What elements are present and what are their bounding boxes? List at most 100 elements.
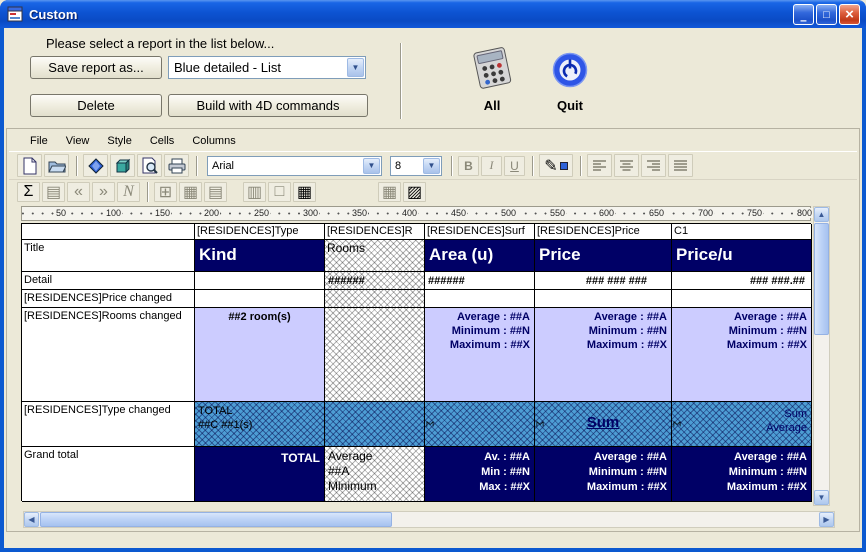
gem-teal-button[interactable] xyxy=(110,154,135,177)
row-label-grand-total[interactable]: Grand total xyxy=(22,447,195,502)
grand-total-rooms-cell[interactable]: Average ##A Minimum xyxy=(325,447,425,502)
save-report-as-button[interactable]: Save report as... xyxy=(30,56,162,79)
dropdown-arrow-icon[interactable]: ▼ xyxy=(347,58,364,77)
report-style-dropdown[interactable]: Blue detailed - List ▼ xyxy=(168,56,366,79)
row-label-title[interactable]: Title xyxy=(22,240,195,272)
grand-total-price-cell[interactable]: Average : ##A Minimum : ##N Maximum : ##… xyxy=(535,447,672,502)
open-button[interactable] xyxy=(44,154,69,177)
scroll-left-icon[interactable]: ◀ xyxy=(24,512,39,527)
price-changed-rooms-cell[interactable] xyxy=(325,290,425,308)
menu-view[interactable]: View xyxy=(57,132,99,151)
menu-columns[interactable]: Columns xyxy=(183,132,244,151)
underline-button[interactable]: U xyxy=(504,156,525,176)
row-label-type-changed[interactable]: [RESIDENCES]Type changed xyxy=(22,402,195,447)
borders-inner-button[interactable]: ▦ xyxy=(179,182,202,202)
minimize-button[interactable]: – xyxy=(793,4,814,25)
price-changed-priceu-cell[interactable] xyxy=(672,290,812,308)
detail-type-cell[interactable] xyxy=(195,272,325,290)
borders-horizontal-button[interactable]: ▤ xyxy=(204,182,227,202)
menu-style[interactable]: Style xyxy=(98,132,140,151)
new-document-button[interactable] xyxy=(17,154,42,177)
rooms-changed-area-cell[interactable]: Average : ##A Minimum : ##N Maximum : ##… xyxy=(425,308,535,402)
detail-price-cell[interactable]: ### ### ### xyxy=(535,272,672,290)
borders-all-button[interactable]: ⊞ xyxy=(154,182,177,202)
borders-outline-button[interactable]: □ xyxy=(268,182,291,202)
grand-total-area-cell[interactable]: Av. : ##A Min : ##N Max : ##X xyxy=(425,447,535,502)
rooms-changed-price-cell[interactable]: Average : ##A Minimum : ##N Maximum : ##… xyxy=(535,308,672,402)
total-line: TOTAL xyxy=(198,404,321,418)
title-price-cell[interactable]: Price xyxy=(535,240,672,272)
gem-blue-button[interactable] xyxy=(83,154,108,177)
italic-button[interactable]: I xyxy=(481,156,502,176)
grand-total-type-cell[interactable]: TOTAL xyxy=(195,447,325,502)
title-kind-cell[interactable]: Kind xyxy=(195,240,325,272)
type-changed-type-cell[interactable]: TOTAL ##C ##1(s) xyxy=(195,402,325,447)
no-style-button[interactable]: N xyxy=(117,182,140,202)
column-header-c1[interactable]: C1 xyxy=(672,224,812,240)
price-changed-area-cell[interactable] xyxy=(425,290,535,308)
vertical-scrollbar[interactable]: ▲ ▼ xyxy=(813,206,830,506)
detail-priceu-cell[interactable]: ### ###.## xyxy=(672,272,812,290)
fill-color-button[interactable]: ▨ xyxy=(403,182,426,202)
column-header-surf[interactable]: [RESIDENCES]Surf xyxy=(425,224,535,240)
horizontal-scrollbar[interactable]: ◀ ▶ xyxy=(23,511,835,528)
quit-button[interactable]: Quit xyxy=(528,46,612,113)
all-button[interactable]: All xyxy=(450,46,534,113)
build-with-4d-commands-button[interactable]: Build with 4D commands xyxy=(168,94,368,117)
scroll-down-icon[interactable]: ▼ xyxy=(814,490,829,505)
menu-file[interactable]: File xyxy=(21,132,57,151)
column-header-type[interactable]: [RESIDENCES]Type xyxy=(195,224,325,240)
row-label-rooms-changed[interactable]: [RESIDENCES]Rooms changed xyxy=(22,308,195,402)
maximize-button[interactable]: □ xyxy=(816,4,837,25)
dropdown-arrow-icon[interactable]: ▼ xyxy=(423,158,440,174)
type-changed-rooms-cell[interactable] xyxy=(325,402,425,447)
detail-area-cell[interactable]: ###### xyxy=(425,272,535,290)
price-changed-type-cell[interactable] xyxy=(195,290,325,308)
close-button[interactable]: × xyxy=(839,4,860,25)
align-right-button[interactable] xyxy=(641,154,666,177)
vertical-scrollbar-thumb[interactable] xyxy=(814,223,829,335)
horizontal-scrollbar-thumb[interactable] xyxy=(40,512,392,527)
shift-left-button[interactable]: « xyxy=(67,182,90,202)
type-changed-price-cell[interactable]: Σ Sum xyxy=(535,402,672,447)
type-changed-priceu-cell[interactable]: Σ Sum Average xyxy=(672,402,812,447)
borders-vertical-button[interactable]: ▥ xyxy=(243,182,266,202)
price-changed-price-cell[interactable] xyxy=(535,290,672,308)
clipboard-button[interactable]: ▤ xyxy=(42,182,65,202)
title-bar[interactable]: Custom – □ × xyxy=(0,0,866,28)
title-rooms-cell[interactable]: Rooms xyxy=(325,240,425,272)
detail-rooms-cell[interactable]: ###### xyxy=(325,272,425,290)
rooms-changed-priceu-cell[interactable]: Average : ##A Minimum : ##N Maximum : ##… xyxy=(672,308,812,402)
align-justify-button[interactable] xyxy=(668,154,693,177)
title-priceu-cell[interactable]: Price/u xyxy=(672,240,812,272)
bold-button[interactable]: B xyxy=(458,156,479,176)
fill-pattern-button[interactable]: ▦ xyxy=(378,182,401,202)
grand-total-priceu-cell[interactable]: Average : ##A Minimum : ##N Maximum : ##… xyxy=(672,447,812,502)
ruler-label: 250 xyxy=(253,208,270,218)
type-changed-area-cell[interactable]: Σ xyxy=(425,402,535,447)
rooms-changed-rooms-cell[interactable] xyxy=(325,308,425,402)
row-label-price-changed[interactable]: [RESIDENCES]Price changed xyxy=(22,290,195,308)
sum-button[interactable]: Σ xyxy=(17,182,40,202)
menu-cells[interactable]: Cells xyxy=(141,132,183,151)
text-color-button[interactable]: ✎ xyxy=(539,154,573,177)
printer-button[interactable] xyxy=(164,154,189,177)
corner-cell[interactable] xyxy=(22,224,195,240)
align-left-button[interactable] xyxy=(587,154,612,177)
scroll-up-icon[interactable]: ▲ xyxy=(814,207,829,222)
title-area-cell[interactable]: Area (u) xyxy=(425,240,535,272)
row-label-detail[interactable]: Detail xyxy=(22,272,195,290)
column-header-price[interactable]: [RESIDENCES]Price xyxy=(535,224,672,240)
font-size-dropdown[interactable]: 8 ▼ xyxy=(390,156,442,176)
scroll-right-icon[interactable]: ▶ xyxy=(819,512,834,527)
column-header-rooms[interactable]: [RESIDENCES]R xyxy=(325,224,425,240)
delete-button[interactable]: Delete xyxy=(30,94,162,117)
align-center-button[interactable] xyxy=(614,154,639,177)
toolbar-separator xyxy=(532,156,534,176)
rooms-changed-type-cell[interactable]: ##2 room(s) xyxy=(195,308,325,402)
font-family-dropdown[interactable]: Arial ▼ xyxy=(207,156,382,176)
shift-right-button[interactable]: » xyxy=(92,182,115,202)
grid-pattern-button[interactable]: ▦ xyxy=(293,182,316,202)
dropdown-arrow-icon[interactable]: ▼ xyxy=(363,158,380,174)
print-preview-button[interactable] xyxy=(137,154,162,177)
